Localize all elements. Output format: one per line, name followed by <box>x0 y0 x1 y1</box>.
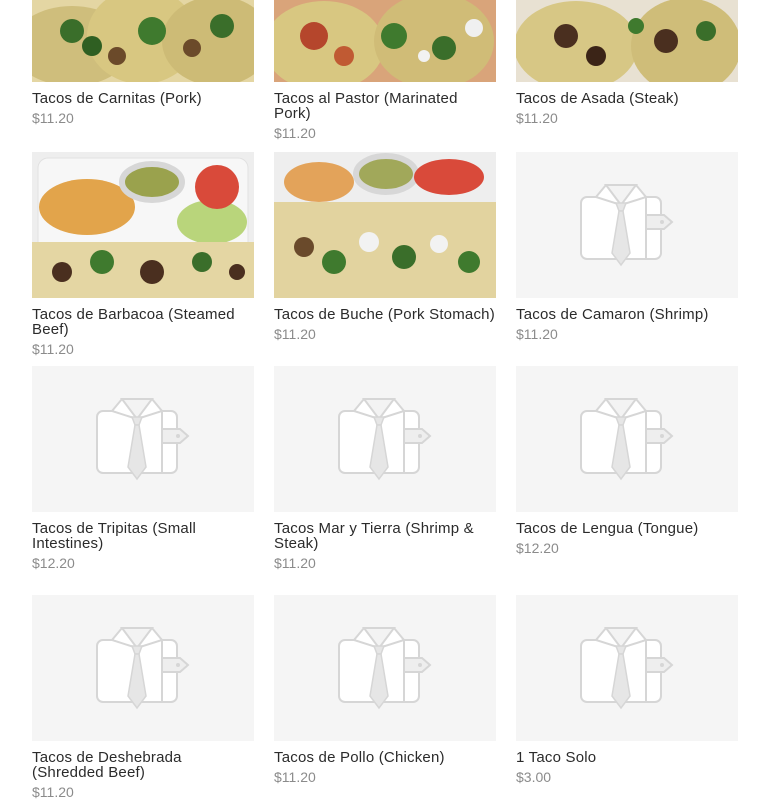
shirt-placeholder-icon <box>96 627 189 709</box>
product-name[interactable]: Tacos de Barbacoa (Steamed Beef) <box>32 307 254 337</box>
product-image[interactable] <box>516 366 738 512</box>
product-image[interactable] <box>274 595 496 741</box>
product-price: $11.20 <box>274 125 316 141</box>
shirt-placeholder-icon <box>338 627 431 709</box>
product-image[interactable] <box>274 366 496 512</box>
product-price: $3.00 <box>516 769 552 785</box>
product-price: $12.20 <box>516 540 559 556</box>
product-name[interactable]: Tacos de Buche (Pork Stomach) <box>274 307 496 322</box>
product-name[interactable]: Tacos de Camaron (Shrimp) <box>516 307 738 322</box>
product-name[interactable]: Tacos de Lengua (Tongue) <box>516 521 738 536</box>
product-name[interactable]: Tacos de Pollo (Chicken) <box>274 750 496 765</box>
product-price: $12.20 <box>32 555 75 571</box>
product-card[interactable]: 1 Taco Solo $3.00 <box>516 595 738 784</box>
product-price: $11.20 <box>32 110 74 126</box>
product-image[interactable] <box>32 152 254 298</box>
product-name[interactable]: Tacos de Deshebrada (Shredded Beef) <box>32 750 254 780</box>
product-image[interactable] <box>274 152 496 298</box>
shirt-placeholder-icon <box>580 627 673 709</box>
product-card[interactable]: Tacos al Pastor (Marinated Pork) $11.20 <box>274 0 496 140</box>
product-name[interactable]: Tacos de Asada (Steak) <box>516 91 738 106</box>
product-name[interactable]: 1 Taco Solo <box>516 750 738 765</box>
product-card[interactable]: Tacos Mar y Tierra (Shrimp & Steak) $11.… <box>274 366 496 570</box>
product-image[interactable] <box>32 595 254 741</box>
product-image[interactable] <box>516 0 738 82</box>
product-price: $11.20 <box>274 326 316 342</box>
product-card[interactable]: Tacos de Camaron (Shrimp) $11.20 <box>516 152 738 341</box>
product-image[interactable] <box>516 152 738 298</box>
product-image[interactable] <box>274 0 496 82</box>
product-name[interactable]: Tacos al Pastor (Marinated Pork) <box>274 91 496 121</box>
product-price: $11.20 <box>274 769 316 785</box>
product-price: $11.20 <box>274 555 316 571</box>
product-name[interactable]: Tacos de Carnitas (Pork) <box>32 91 254 106</box>
product-price: $11.20 <box>516 110 558 126</box>
product-name[interactable]: Tacos de Tripitas (Small Intestines) <box>32 521 254 551</box>
product-card[interactable]: Tacos de Buche (Pork Stomach) $11.20 <box>274 152 496 341</box>
product-card[interactable]: Tacos de Tripitas (Small Intestines) $12… <box>32 366 254 570</box>
product-card[interactable]: Tacos de Asada (Steak) $11.20 <box>516 0 738 125</box>
product-card[interactable]: Tacos de Lengua (Tongue) $12.20 <box>516 366 738 555</box>
product-price: $11.20 <box>32 341 74 357</box>
shirt-placeholder-icon <box>338 398 431 480</box>
product-card[interactable]: Tacos de Barbacoa (Steamed Beef) $11.20 <box>32 152 254 356</box>
product-name[interactable]: Tacos Mar y Tierra (Shrimp & Steak) <box>274 521 496 551</box>
product-price: $11.20 <box>516 326 558 342</box>
product-image[interactable] <box>32 366 254 512</box>
shirt-placeholder-icon <box>580 398 673 480</box>
shirt-placeholder-icon <box>580 184 673 266</box>
product-card[interactable]: Tacos de Pollo (Chicken) $11.20 <box>274 595 496 784</box>
shirt-placeholder-icon <box>96 398 189 480</box>
product-image[interactable] <box>516 595 738 741</box>
product-card[interactable]: Tacos de Deshebrada (Shredded Beef) $11.… <box>32 595 254 799</box>
product-card[interactable]: Tacos de Carnitas (Pork) $11.20 <box>32 0 254 125</box>
product-image[interactable] <box>32 0 254 82</box>
